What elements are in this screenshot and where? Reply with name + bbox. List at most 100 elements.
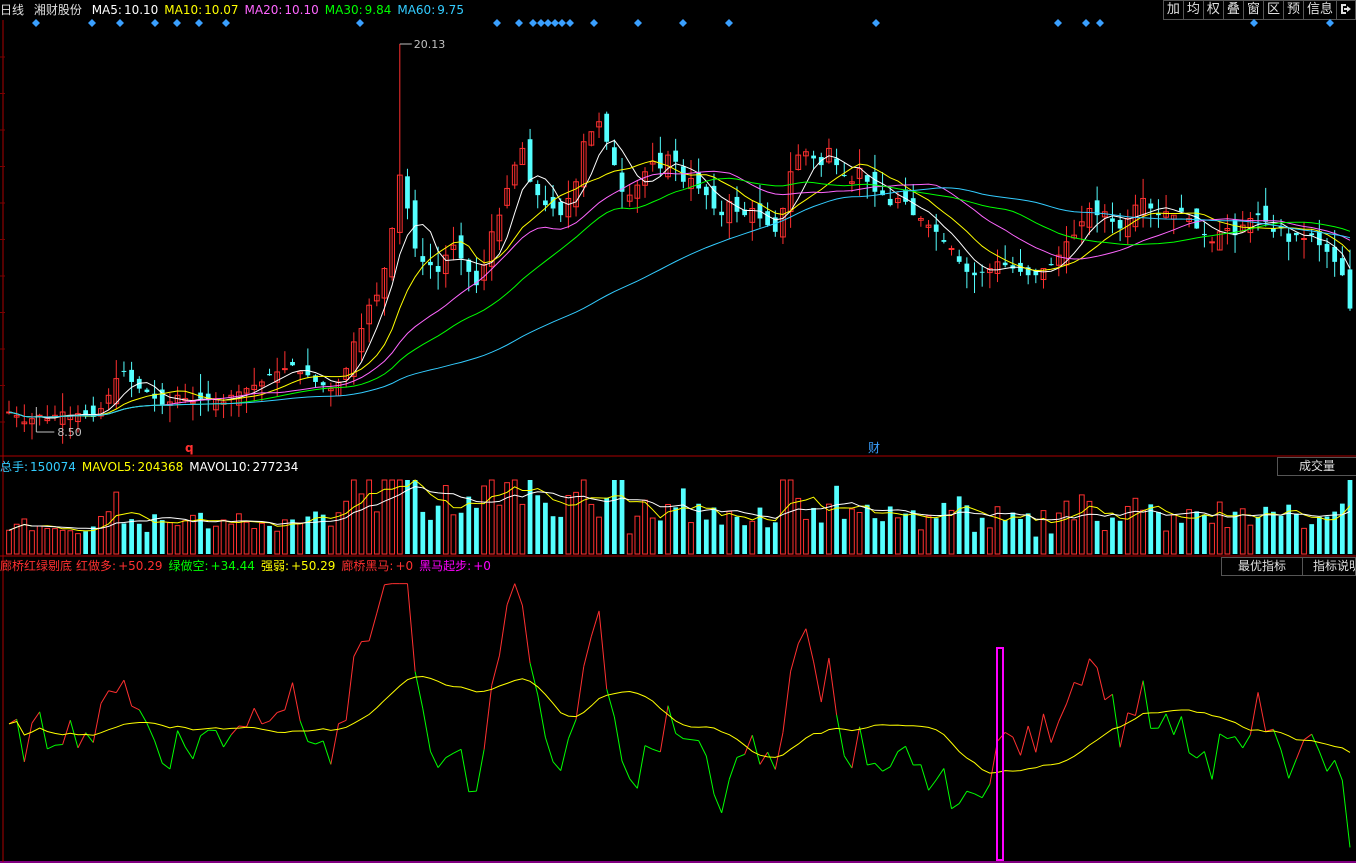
candle-body <box>910 198 916 216</box>
volume-bar <box>1179 522 1184 554</box>
volume-bar <box>83 531 89 554</box>
volume-bar <box>986 527 993 555</box>
volume-bar <box>267 525 272 554</box>
indicator-line-segment <box>184 746 194 760</box>
indicator-line-segment <box>475 749 485 792</box>
candle-body <box>964 263 970 272</box>
vol-legend-item-0: 总手: 150074 <box>0 460 76 474</box>
volume-bar <box>1247 524 1254 555</box>
volume-bar <box>1086 500 1093 555</box>
volume-bar <box>129 519 134 554</box>
indicator-line-segment <box>253 708 263 725</box>
indicator-line-segment <box>1288 758 1297 779</box>
indicator-line-segment <box>1227 736 1236 740</box>
candle-body <box>1209 241 1215 244</box>
volume-bar <box>1048 533 1054 554</box>
indicator-line-segment <box>1012 736 1021 756</box>
candle-body <box>1148 203 1154 209</box>
volume-bar <box>1033 536 1039 554</box>
volume-bar <box>880 521 885 554</box>
candle-body <box>1309 233 1315 236</box>
indicator-title: 廊桥红绿剔底 <box>0 559 73 573</box>
volume-bar <box>703 519 709 554</box>
vol-legend-item-value: 204368 <box>137 460 184 474</box>
candle-body <box>811 155 816 159</box>
indicator-line-segment <box>230 725 240 736</box>
volume-bar <box>320 514 326 554</box>
indicator-line-segment <box>437 757 447 768</box>
vol-legend-item-1: MAVOL5: 204368 <box>82 460 183 474</box>
candle-body <box>1339 258 1345 276</box>
volume-bar <box>811 507 816 554</box>
indicator-line-segment <box>560 738 569 771</box>
candle-body <box>1002 262 1008 266</box>
indicator-line-segment <box>521 605 531 664</box>
volume-bar <box>588 503 595 555</box>
candle-body <box>979 271 985 273</box>
indicator-line-segment <box>92 703 102 743</box>
indicator-help-button[interactable]: 指标说明 <box>1302 557 1356 576</box>
indicator-line-segment <box>192 735 202 760</box>
volume-bar <box>787 479 794 555</box>
indicator-line-segment <box>1211 733 1221 780</box>
indicator-line-segment <box>1173 716 1182 735</box>
volume-bar <box>1301 527 1307 555</box>
indicator-line-segment <box>1188 752 1198 759</box>
indicator-line-segment <box>805 628 815 662</box>
volume-bar <box>442 485 449 555</box>
volume-bar <box>895 517 901 555</box>
indicator-line-segment <box>1257 692 1267 732</box>
candle-body <box>1324 243 1330 252</box>
indicator-line-segment <box>935 768 945 781</box>
volume-bar <box>496 504 503 555</box>
indicator-line-segment <box>951 803 960 810</box>
indicator-line-segment <box>146 723 156 741</box>
indicator-line-segment <box>705 755 715 795</box>
indicator-line-segment <box>1111 694 1121 748</box>
volume-bar <box>474 507 479 554</box>
indicator-line-segment <box>115 679 125 693</box>
stock-chart[interactable]: 20.13 8.50 q 财 <box>0 0 1356 863</box>
volume-bar <box>673 507 679 554</box>
candle-body <box>281 368 288 371</box>
volume-bar <box>780 479 786 555</box>
event-diamond <box>356 19 364 27</box>
volume-bar <box>366 479 373 555</box>
best-indicator-button[interactable]: 最优指标 <box>1221 557 1303 576</box>
indicator-line-segment <box>828 657 838 715</box>
indicator-line-segment <box>368 612 378 642</box>
ma60-line <box>8 187 1351 418</box>
volume-bar <box>1255 516 1261 554</box>
volume-bar <box>979 517 985 554</box>
candle-body <box>543 200 548 206</box>
volume-bar <box>420 511 426 554</box>
indicator-line-segment <box>445 752 454 759</box>
volume-bar <box>925 515 932 555</box>
indicator-line-segment <box>154 740 163 764</box>
event-diamond <box>515 19 523 27</box>
volume-bar <box>1186 509 1192 555</box>
indicator-line-segment <box>974 793 983 799</box>
volume-bar <box>1232 511 1238 554</box>
indicator-line-segment <box>736 753 745 758</box>
candle-body <box>1202 233 1207 236</box>
volume-bar <box>1040 510 1047 555</box>
indicator-line-segment <box>690 739 699 742</box>
candle-body <box>657 152 663 169</box>
candle-body <box>841 175 847 177</box>
indicator-line-segment <box>790 643 799 672</box>
volume-bar <box>1018 518 1023 554</box>
volume-bar <box>1347 480 1353 554</box>
candle-body <box>1117 220 1123 229</box>
volume-bar <box>466 496 472 554</box>
candle-body <box>1156 213 1161 216</box>
volume-button[interactable]: 成交量 <box>1277 457 1356 476</box>
indicator-line-segment <box>315 740 324 745</box>
strength-line <box>8 675 1351 774</box>
indicator-line-segment <box>514 583 523 606</box>
ind-legend-item-4: 黑马起步: +0 <box>419 559 491 573</box>
candle-body <box>527 139 533 182</box>
candle-body <box>1301 238 1307 241</box>
volume-bar <box>1216 501 1223 555</box>
indicator-line-segment <box>1165 713 1175 735</box>
